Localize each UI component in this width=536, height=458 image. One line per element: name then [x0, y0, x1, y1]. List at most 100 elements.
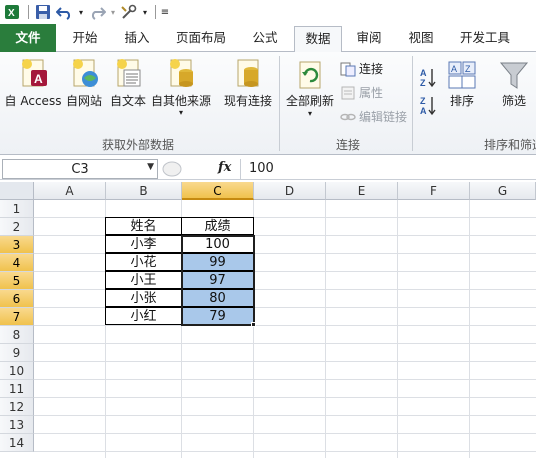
edit-links-button[interactable]: 编辑链接	[340, 108, 407, 125]
table-header-score[interactable]: 成绩	[181, 217, 254, 235]
group-separator	[279, 56, 280, 151]
row-header-5[interactable]: 5	[0, 272, 34, 290]
properties-icon	[341, 86, 355, 99]
undo-icon[interactable]	[55, 2, 75, 22]
column-header-f[interactable]: F	[398, 182, 470, 200]
customize-icon[interactable]: ≡	[160, 2, 170, 22]
table-cell-score[interactable]: 80	[181, 289, 254, 307]
row-header-11[interactable]: 11	[0, 380, 34, 398]
row-header-10[interactable]: 10	[0, 362, 34, 380]
table-cell-score[interactable]: 99	[181, 253, 254, 271]
row-header-6[interactable]: 6	[0, 290, 34, 308]
tab-formulas[interactable]: 公式	[242, 26, 288, 52]
existing-connections-button[interactable]: 现有连接	[220, 56, 276, 109]
table-header-name[interactable]: 姓名	[105, 217, 182, 235]
group-label-get-external-data: 获取外部数据	[102, 138, 175, 152]
redo-dropdown-icon[interactable]: ▾	[109, 2, 117, 22]
svg-text:A: A	[420, 68, 427, 78]
row-header-1[interactable]: 1	[0, 200, 34, 218]
ribbon-data: A 自 Access 自网站 自文本 自其他来源 ▾ 现有连接 获取外部数据 全…	[0, 52, 536, 155]
tab-insert[interactable]: 插入	[114, 26, 160, 52]
from-text-label: 自文本	[109, 94, 146, 108]
column-header-d[interactable]: D	[254, 182, 326, 200]
sort-descending-button[interactable]: Z A	[418, 94, 438, 116]
sort-ascending-button[interactable]: A Z	[418, 66, 438, 88]
tab-data[interactable]: 数据	[294, 26, 342, 53]
table-cell-score[interactable]: 100	[181, 235, 254, 253]
table-cell-name[interactable]: 小张	[105, 289, 182, 307]
row-header-4[interactable]: 4	[0, 254, 34, 272]
properties-label: 属性	[359, 86, 384, 100]
group-label-connections: 连接	[336, 138, 361, 152]
insert-function-icon[interactable]: fx	[218, 160, 231, 175]
save-icon[interactable]	[33, 2, 53, 22]
row-header-2[interactable]: 2	[0, 218, 34, 236]
row-header-7[interactable]: 7	[0, 308, 34, 326]
tab-file[interactable]: 文件	[0, 24, 56, 52]
row-header-12[interactable]: 12	[0, 398, 34, 416]
formula-controls: fx	[160, 159, 236, 179]
fill-handle[interactable]	[251, 322, 256, 327]
row-header-13[interactable]: 13	[0, 416, 34, 434]
tab-home[interactable]: 开始	[62, 26, 108, 52]
table-cell-name[interactable]: 小王	[105, 271, 182, 289]
chevron-down-icon[interactable]: ▼	[147, 162, 154, 172]
refresh-icon	[299, 61, 321, 89]
chevron-down-icon: ▾	[307, 109, 312, 118]
gridline	[34, 415, 536, 416]
formula-bar-resize-icon[interactable]	[160, 159, 200, 179]
excel-logo-icon[interactable]: X	[2, 2, 22, 22]
tab-review[interactable]: 审阅	[346, 26, 392, 52]
from-other-sources-button[interactable]: 自其他来源 ▾	[150, 56, 212, 117]
filter-label: 筛选	[501, 94, 526, 108]
sort-label: 排序	[449, 94, 474, 108]
column-header-c[interactable]: C	[182, 182, 254, 200]
qat-separator	[155, 5, 156, 19]
table-cell-score[interactable]: 97	[181, 271, 254, 289]
group-label-sort-filter: 排序和筛选	[484, 138, 536, 152]
connections-button[interactable]: 连接	[340, 60, 383, 77]
from-access-button[interactable]: A 自 Access	[4, 56, 62, 109]
table-cell-name[interactable]: 小李	[105, 235, 182, 253]
chevron-down-icon: ▾	[178, 108, 183, 117]
gridline	[469, 200, 470, 458]
column-header-b[interactable]: B	[106, 182, 182, 200]
svg-text:Z: Z	[465, 64, 471, 74]
filter-button[interactable]: 筛选	[494, 60, 534, 109]
column-header-g[interactable]: G	[470, 182, 536, 200]
edit-links-label: 编辑链接	[359, 110, 408, 124]
refresh-all-button[interactable]: 全部刷新 ▾	[284, 60, 336, 119]
undo-dropdown-icon[interactable]: ▾	[77, 2, 85, 22]
row-header-8[interactable]: 8	[0, 326, 34, 344]
sort-descending-icon: Z A	[420, 96, 436, 116]
svg-text:A: A	[451, 64, 457, 74]
tools-icon[interactable]	[119, 2, 139, 22]
column-header-e[interactable]: E	[326, 182, 398, 200]
access-icon: A	[22, 59, 47, 87]
table-cell-name[interactable]: 小花	[105, 253, 182, 271]
table-cell-score[interactable]: 79	[181, 307, 254, 325]
row-header-9[interactable]: 9	[0, 344, 34, 362]
worksheet-grid[interactable]: A B C D E F G 1 2 3 4 5 6 7 8 9 10 11 12…	[0, 182, 536, 458]
connections-icon	[340, 62, 356, 76]
table-cell-name[interactable]: 小红	[105, 307, 182, 325]
row-header-3[interactable]: 3	[0, 236, 34, 254]
redo-icon[interactable]	[87, 2, 107, 22]
name-box[interactable]: C3 ▼	[2, 159, 158, 179]
from-web-button[interactable]: 自网站	[62, 56, 106, 109]
from-text-button[interactable]: 自文本	[106, 56, 150, 109]
existing-connections-label: 现有连接	[223, 94, 272, 108]
tab-view[interactable]: 视图	[398, 26, 444, 52]
column-header-a[interactable]: A	[34, 182, 106, 200]
select-all-button[interactable]	[0, 182, 34, 200]
web-icon	[73, 59, 98, 87]
row-header-14[interactable]: 14	[0, 434, 34, 452]
sort-button[interactable]: A Z 排序	[444, 60, 480, 109]
formula-input[interactable]: 100	[240, 159, 536, 179]
tab-developer[interactable]: 开发工具	[450, 26, 520, 52]
properties-button[interactable]: 属性	[340, 84, 383, 101]
svg-text:A: A	[420, 106, 427, 116]
svg-text:Z: Z	[420, 96, 426, 106]
tab-page-layout[interactable]: 页面布局	[168, 26, 234, 52]
tools-dropdown-icon[interactable]: ▾	[141, 2, 149, 22]
